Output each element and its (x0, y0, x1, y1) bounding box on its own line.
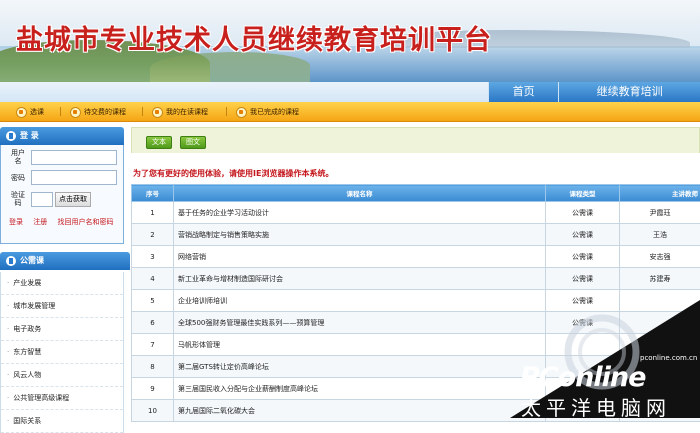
unpaid-courses-icon (70, 107, 81, 118)
course-toolbar: 选课 待交费的课程 我的在读课程 我已完成的课程 (0, 102, 700, 122)
username-label: 用户名 (9, 149, 27, 165)
category-item[interactable]: 国际关系 (1, 410, 123, 433)
row-course-type (546, 334, 620, 356)
row-index: 7 (132, 334, 174, 356)
row-course-type: 公需课 (546, 202, 620, 224)
tab-text-view[interactable]: 文本 (146, 136, 172, 149)
register-link[interactable]: 注册 (33, 218, 47, 226)
row-index: 5 (132, 290, 174, 312)
recover-account-link[interactable]: 找回用户名和密码 (57, 218, 113, 226)
row-lecturer: 尹霞珏 (620, 202, 700, 224)
password-input[interactable] (31, 170, 117, 185)
nav-training-link[interactable]: 继续教育培训 (558, 82, 700, 102)
tab-image-view[interactable]: 图文 (180, 136, 206, 149)
row-course-name[interactable]: 第三届国民收入分配与企业薪酬制度高峰论坛 (174, 378, 546, 400)
row-course-type: 公需课 (546, 224, 620, 246)
row-course-name[interactable]: 马帆形体管理 (174, 334, 546, 356)
row-index: 1 (132, 202, 174, 224)
row-course-name[interactable]: 新工业革命与增材制造国际研讨会 (174, 268, 546, 290)
toolbar-unpaid-courses[interactable]: 待交费的课程 (70, 106, 126, 118)
row-course-type: 公需课 (546, 312, 620, 334)
table-row[interactable]: 2营销战略制定与销售策略实施公需课王浩 (132, 224, 700, 246)
category-item[interactable]: 城市发展管理 (1, 295, 123, 318)
toolbar-select-course[interactable]: 选课 (16, 106, 44, 118)
row-course-name[interactable]: 企业培训师培训 (174, 290, 546, 312)
table-row[interactable]: 7马帆形体管理 (132, 334, 700, 356)
nav-bar-background (0, 82, 488, 102)
row-index: 6 (132, 312, 174, 334)
watermark-url: pconline.com.cn (640, 354, 697, 362)
row-course-name[interactable]: 网络营销 (174, 246, 546, 268)
row-course-type: 公需课 (546, 268, 620, 290)
toolbar-completed-courses[interactable]: 我已完成的课程 (236, 106, 299, 118)
row-index: 8 (132, 356, 174, 378)
row-lecturer (620, 334, 700, 356)
table-row[interactable]: 3网络营销公需课安志强 (132, 246, 700, 268)
table-row[interactable]: 1基于任务的企业学习活动设计公需课尹霞珏 (132, 202, 700, 224)
category-item[interactable]: 公共管理高级课程 (1, 387, 123, 410)
table-header-row: 序号 课程名称 课程类型 主讲教师 (132, 185, 700, 202)
row-index: 10 (132, 400, 174, 422)
login-panel-header: 登 录 (0, 127, 124, 145)
col-header-index: 序号 (132, 185, 174, 202)
course-category-list: 产业发展 城市发展管理 电子政务 东方智慧 风云人物 公共管理高级课程 国际关系 (0, 272, 124, 433)
watermark-subtitle: 太平洋电脑网 (521, 392, 671, 421)
site-title: 盐城市专业技术人员继续教育培训平台 (16, 18, 492, 57)
row-index: 4 (132, 268, 174, 290)
toolbar-divider (142, 107, 143, 116)
row-course-type: 公需课 (546, 290, 620, 312)
select-course-icon (16, 107, 27, 118)
row-course-type: 公需课 (546, 246, 620, 268)
row-course-name[interactable]: 第二届GTS转让定价高峰论坛 (174, 356, 546, 378)
row-lecturer: 王浩 (620, 224, 700, 246)
category-item[interactable]: 风云人物 (1, 364, 123, 387)
view-tab-bar: 文本 图文 (131, 127, 700, 153)
site-banner: 盐城市专业技术人员继续教育培训平台 (0, 0, 700, 82)
watermark-brand: PConline (520, 362, 645, 393)
username-row: 用户名 (9, 149, 117, 165)
login-form: 用户名 密码 验证码 点击获取 登录 注册 找回用户名和密码 (0, 145, 124, 244)
password-row: 密码 (9, 170, 117, 185)
col-header-lecturer: 主讲教师 (620, 185, 700, 202)
table-row[interactable]: 6全球500强财务管理最佳实践系列——预算管理公需课 (132, 312, 700, 334)
category-item[interactable]: 电子政务 (1, 318, 123, 341)
category-item[interactable]: 东方智慧 (1, 341, 123, 364)
row-course-name[interactable]: 营销战略制定与销售策略实施 (174, 224, 546, 246)
username-input[interactable] (31, 150, 117, 165)
toolbar-divider (60, 107, 61, 116)
completed-courses-icon (236, 107, 247, 118)
col-header-course-type: 课程类型 (546, 185, 620, 202)
row-lecturer (620, 312, 700, 334)
browser-notice: 为了您有更好的使用体验，请使用IE浏览器操作本系统。 (133, 168, 333, 179)
in-progress-courses-icon (152, 107, 163, 118)
login-links: 登录 注册 找回用户名和密码 (9, 217, 121, 227)
row-lecturer: 安志强 (620, 246, 700, 268)
col-header-course-name: 课程名称 (174, 185, 546, 202)
table-row[interactable]: 4新工业革命与增材制造国际研讨会公需课苏建寿 (132, 268, 700, 290)
left-sidebar: 登 录 用户名 密码 验证码 点击获取 登录 注册 找回用户名和密码 公需课 产… (0, 127, 124, 418)
login-link[interactable]: 登录 (9, 218, 23, 226)
row-lecturer (620, 290, 700, 312)
captcha-row: 验证码 点击获取 (9, 191, 91, 207)
row-course-name[interactable]: 全球500强财务管理最佳实践系列——预算管理 (174, 312, 546, 334)
category-item[interactable]: 产业发展 (1, 272, 123, 295)
row-index: 3 (132, 246, 174, 268)
captcha-label: 验证码 (9, 191, 27, 207)
course-category-icon (6, 256, 16, 266)
toolbar-divider (226, 107, 227, 116)
row-lecturer: 苏建寿 (620, 268, 700, 290)
toolbar-in-progress-courses[interactable]: 我的在读课程 (152, 106, 208, 118)
captcha-input[interactable] (31, 192, 53, 207)
login-icon (6, 131, 16, 141)
row-course-name[interactable]: 基于任务的企业学习活动设计 (174, 202, 546, 224)
public-course-header: 公需课 (0, 252, 130, 270)
row-index: 9 (132, 378, 174, 400)
nav-home-link[interactable]: 首页 (488, 82, 558, 102)
password-label: 密码 (9, 174, 27, 182)
table-row[interactable]: 5企业培训师培训公需课 (132, 290, 700, 312)
row-index: 2 (132, 224, 174, 246)
row-course-name[interactable]: 第九届国际二氧化碳大会 (174, 400, 546, 422)
top-nav: 首页 继续教育培训 (488, 82, 700, 102)
get-captcha-button[interactable]: 点击获取 (55, 192, 91, 207)
